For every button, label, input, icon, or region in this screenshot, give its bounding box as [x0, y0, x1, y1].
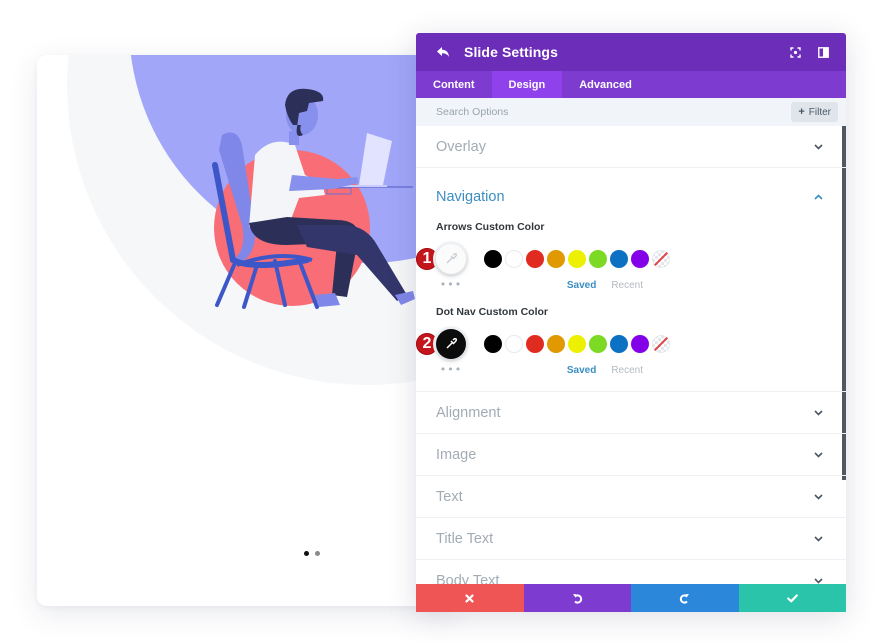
section-image[interactable]: Image — [416, 434, 846, 476]
chevron-up-icon — [813, 192, 823, 202]
swatch-yellow[interactable] — [568, 335, 586, 353]
undo-button[interactable] — [523, 584, 631, 612]
tab-content[interactable]: Content — [416, 71, 492, 98]
filter-button[interactable]: + Filter — [791, 102, 838, 122]
swatch-white[interactable] — [505, 250, 523, 268]
redo-button[interactable] — [631, 584, 739, 612]
swatch-transparent[interactable] — [652, 250, 670, 268]
section-body-text[interactable]: Body Text — [416, 560, 846, 585]
panel-body: Overlay Navigation Arrows Custom Color 1 — [416, 126, 846, 585]
swatch-purple[interactable] — [631, 250, 649, 268]
settings-panel: Slide Settings Content Design Advanced +… — [416, 33, 846, 612]
swatch-orange[interactable] — [547, 335, 565, 353]
dot-nav-color-field: Dot Nav Custom Color 2 ••• Saved Recent — [416, 306, 826, 391]
swatch-black[interactable] — [484, 250, 502, 268]
chevron-down-icon — [813, 142, 823, 152]
panel-tabs: Content Design Advanced — [416, 71, 846, 98]
fullscreen-icon[interactable] — [786, 43, 804, 61]
eyedropper-icon — [446, 253, 457, 264]
panel-header: Slide Settings — [416, 33, 846, 71]
swatch-green[interactable] — [589, 250, 607, 268]
undo-icon — [572, 593, 582, 604]
more-options-icon[interactable]: ••• — [436, 364, 466, 375]
filter-label: Filter — [808, 106, 831, 118]
swatch-blue[interactable] — [610, 335, 628, 353]
panel-footer — [416, 584, 846, 612]
redo-icon — [680, 593, 690, 604]
section-navigation-header[interactable]: Navigation — [436, 168, 826, 221]
step-badge-1: 1 — [416, 248, 438, 270]
dot-nav-color-picker-button[interactable] — [436, 329, 466, 359]
section-alignment[interactable]: Alignment — [416, 392, 846, 434]
eyedropper-icon — [446, 338, 457, 349]
slider-dot-1[interactable] — [304, 551, 309, 556]
search-bar: + Filter — [416, 98, 846, 126]
slide-preview — [37, 55, 457, 606]
dot-nav-color-label: Dot Nav Custom Color — [436, 306, 549, 318]
arrows-color-label: Arrows Custom Color — [436, 221, 545, 233]
section-title: Image — [436, 446, 477, 463]
recent-colors-tab[interactable]: Recent — [611, 365, 643, 376]
swatch-blue[interactable] — [610, 250, 628, 268]
swatch-orange[interactable] — [547, 250, 565, 268]
swatch-green[interactable] — [589, 335, 607, 353]
panel-title: Slide Settings — [464, 44, 558, 60]
split-view-icon[interactable] — [814, 43, 832, 61]
section-title: Alignment — [436, 404, 501, 421]
section-title-text[interactable]: Title Text — [416, 518, 846, 560]
section-text[interactable]: Text — [416, 476, 846, 518]
illustration — [67, 55, 457, 385]
saved-colors-tab[interactable]: Saved — [567, 365, 596, 376]
more-options-icon[interactable]: ••• — [436, 279, 466, 290]
tab-design[interactable]: Design — [491, 71, 563, 98]
arrows-color-field: Arrows Custom Color 1 ••• Saved Recent — [416, 221, 826, 306]
chevron-down-icon — [813, 408, 823, 418]
chevron-down-icon — [813, 450, 823, 460]
slider-dot-2[interactable] — [315, 551, 320, 556]
step-badge-2: 2 — [416, 333, 438, 355]
save-button[interactable] — [738, 584, 846, 612]
swatch-transparent[interactable] — [652, 335, 670, 353]
saved-colors-tab[interactable]: Saved — [567, 280, 596, 291]
back-icon[interactable] — [436, 43, 454, 61]
arrows-color-swatches — [484, 250, 670, 268]
recent-colors-tab[interactable]: Recent — [611, 280, 643, 291]
section-title: Text — [436, 488, 463, 505]
swatch-yellow[interactable] — [568, 250, 586, 268]
section-overlay[interactable]: Overlay — [416, 126, 846, 168]
close-icon — [465, 593, 474, 603]
section-navigation: Navigation Arrows Custom Color 1 ••• Sav… — [416, 168, 846, 392]
arrows-color-picker-button[interactable] — [436, 244, 466, 274]
section-title: Navigation — [436, 188, 505, 205]
chevron-down-icon — [813, 492, 823, 502]
section-title: Overlay — [436, 138, 486, 155]
swatch-white[interactable] — [505, 335, 523, 353]
chevron-down-icon — [813, 534, 823, 544]
tab-advanced[interactable]: Advanced — [562, 71, 649, 98]
swatch-red[interactable] — [526, 250, 544, 268]
search-options-input[interactable] — [436, 106, 792, 118]
slider-dot-nav — [304, 551, 320, 556]
swatch-purple[interactable] — [631, 335, 649, 353]
dot-nav-color-swatches — [484, 335, 670, 353]
discard-button[interactable] — [416, 584, 524, 612]
check-icon — [786, 593, 798, 602]
plus-icon: + — [798, 106, 805, 118]
swatch-red[interactable] — [526, 335, 544, 353]
swatch-black[interactable] — [484, 335, 502, 353]
section-title: Title Text — [436, 530, 494, 547]
